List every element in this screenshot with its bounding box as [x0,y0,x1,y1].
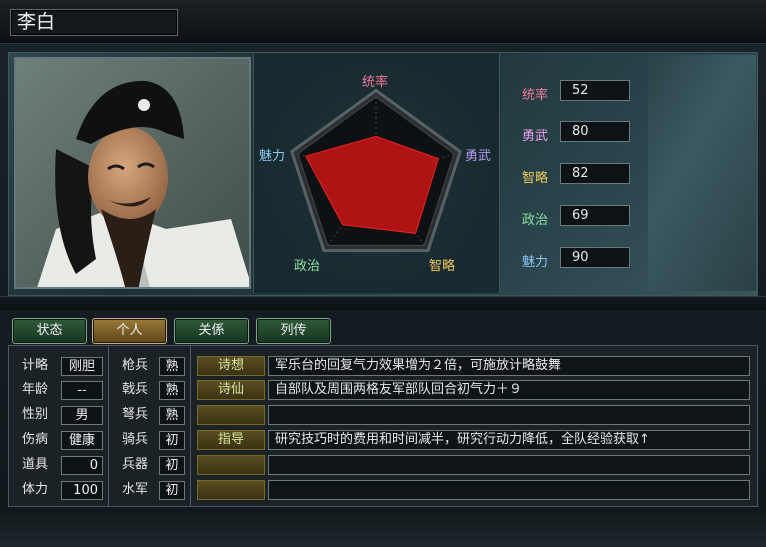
aptitude-label: 戟兵 [121,382,148,397]
aptitude-value: 熟 [159,406,185,425]
attr-value: 100 [61,481,103,500]
portrait-image [16,59,249,287]
stat-label: 智略 [522,171,549,186]
attr-row-gender: 性别 男 [13,405,105,425]
radar-label-charisma: 魅力 [259,149,286,164]
skill-name: 诗仙 [197,380,265,400]
stat-label: 统率 [522,88,549,103]
tab-status[interactable]: 状态 [12,318,87,344]
panel-divider [0,296,766,310]
radar-label-politics: 政治 [294,259,321,274]
aptitude-value: 熟 [159,357,185,376]
stat-value: 90 [560,247,630,268]
attr-label: 体力 [21,482,48,497]
aptitude-value: 初 [159,431,185,450]
personal-info-panel: 计略 刚胆 年龄 -- 性别 男 伤病 健康 道具 0 体力 100 枪兵 熟 [8,345,758,507]
attr-value: 刚胆 [61,357,103,376]
skill-row[interactable]: 诗仙 自部队及周围两格友军部队回合初气力＋９ [197,380,750,400]
skill-name [197,405,265,425]
skill-description [268,455,750,475]
aptitude-value: 初 [159,456,185,475]
skill-description: 军乐台的回复气力效果增为２倍，可施放计略鼓舞 [268,356,750,376]
aptitude-row-spear: 枪兵 熟 [113,356,187,376]
stat-value: 52 [560,80,630,101]
attr-label: 计略 [21,358,48,373]
stat-value: 69 [560,205,630,226]
skill-description [268,480,750,500]
character-window: 李白 统率 勇武 智略 政治 魅力 统率 52 勇武 80 智略 82 政治 6… [0,0,766,547]
skill-description: 研究技巧时的费用和时间减半，研究行动力降低，全队经验获取↑ [268,430,750,450]
attr-value: 0 [61,456,103,475]
attr-label: 年龄 [21,382,48,397]
stat-label: 勇武 [522,129,549,144]
aptitude-label: 骑兵 [121,432,148,447]
stat-radar-chart: 统率 勇武 智略 政治 魅力 [253,53,500,293]
attr-row-age: 年龄 -- [13,380,105,400]
radar-label-leadership: 统率 [362,75,389,90]
stat-row-intelligence: 智略 82 [516,163,634,186]
skill-row[interactable]: 诗想 军乐台的回复气力效果增为２倍，可施放计略鼓舞 [197,356,750,376]
attr-row-stamina: 体力 100 [13,480,105,500]
skill-name: 指导 [197,430,265,450]
stat-value: 80 [560,121,630,142]
skill-name: 诗想 [197,356,265,376]
aptitude-row-crossbow: 弩兵 熟 [113,405,187,425]
skill-row[interactable]: 指导 研究技巧时的费用和时间减半，研究行动力降低，全队经验获取↑ [197,430,750,450]
attr-row-injury: 伤病 健康 [13,430,105,450]
stat-values-panel: 统率 52 勇武 80 智略 82 政治 69 魅力 90 [502,55,647,291]
aptitude-label: 弩兵 [121,407,148,422]
aptitude-row-cavalry: 骑兵 初 [113,430,187,450]
skill-name [197,455,265,475]
aptitude-label: 水军 [121,482,148,497]
attr-row-strategy: 计略 刚胆 [13,356,105,376]
stat-row-politics: 政治 69 [516,205,634,228]
stat-value: 82 [560,163,630,184]
tab-relations[interactable]: 关係 [174,318,249,344]
attr-value: -- [61,381,103,400]
skill-name [197,480,265,500]
aptitude-label: 兵器 [121,457,148,472]
aptitude-row-siege: 兵器 初 [113,455,187,475]
attr-value: 健康 [61,431,103,450]
tab-personal[interactable]: 个人 [92,318,167,344]
stat-label: 政治 [522,213,549,228]
skill-row[interactable] [197,405,750,425]
character-portrait [14,57,251,289]
attr-value: 男 [61,406,103,425]
radar-label-intelligence: 智略 [429,259,456,274]
attr-label: 伤病 [21,432,48,447]
bottom-bar [0,512,766,547]
attr-label: 性别 [21,407,48,422]
stat-label: 魅力 [522,255,549,270]
skill-description [268,405,750,425]
decorative-pattern [648,55,756,291]
character-name: 李白 [10,9,178,36]
aptitude-value: 熟 [159,381,185,400]
tab-biography[interactable]: 列传 [256,318,331,344]
aptitude-row-navy: 水军 初 [113,480,187,500]
radar-label-war: 勇武 [465,149,492,164]
title-bar: 李白 [0,0,766,44]
stat-row-war: 勇武 80 [516,121,634,144]
aptitude-row-halberd: 戟兵 熟 [113,380,187,400]
stat-row-leadership: 统率 52 [516,80,634,103]
attr-label: 道具 [21,457,48,472]
aptitude-value: 初 [159,481,185,500]
aptitude-label: 枪兵 [121,358,148,373]
skill-row[interactable] [197,480,750,500]
skill-row[interactable] [197,455,750,475]
skill-description: 自部队及周围两格友军部队回合初气力＋９ [268,380,750,400]
stat-row-charisma: 魅力 90 [516,247,634,270]
attr-row-items: 道具 0 [13,455,105,475]
